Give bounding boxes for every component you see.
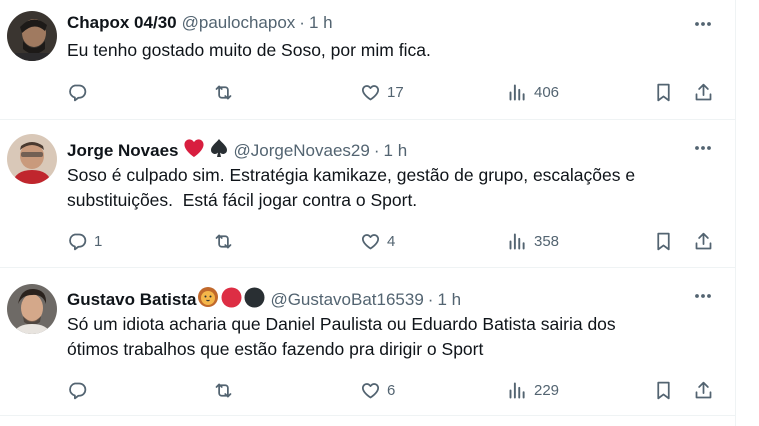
reply-icon <box>69 84 87 101</box>
share-button[interactable] <box>693 80 714 104</box>
more-horizontal-icon <box>695 146 711 150</box>
views-chart-icon <box>509 233 525 249</box>
view-count: 406 <box>534 83 560 101</box>
heart-icon <box>361 233 380 249</box>
tweet-actions: 6 229 <box>67 378 717 402</box>
like-count: 17 <box>387 83 404 101</box>
share-icon <box>695 381 712 398</box>
timestamp[interactable]: 1 h <box>384 141 408 161</box>
separator-dot: · <box>427 289 434 309</box>
bookmark-icon <box>657 83 670 101</box>
tweet-text: Só um idiota acharia que Daniel Paulista… <box>67 314 616 359</box>
timestamp[interactable]: 1 h <box>437 290 461 310</box>
like-button[interactable]: 4 <box>360 229 395 253</box>
like-count: 4 <box>387 232 396 250</box>
tweet-actions: 1 4 358 <box>67 229 717 253</box>
tweet-header: Jorge Novaes @JorgeNovaes29 · 1 h <box>67 138 407 163</box>
reply-button[interactable] <box>67 378 94 402</box>
reply-icon <box>69 233 87 250</box>
views-button[interactable]: 229 <box>507 378 559 402</box>
display-name[interactable]: Gustavo Batista <box>67 290 196 310</box>
avatar[interactable] <box>7 11 57 61</box>
more-horizontal-icon <box>695 294 711 298</box>
share-button[interactable] <box>693 229 714 253</box>
share-icon <box>695 83 712 100</box>
views-chart-icon <box>509 382 525 398</box>
retweet-button[interactable] <box>213 80 240 104</box>
heart-icon <box>361 84 380 100</box>
tweet-actions: 17 406 <box>67 80 717 104</box>
red-circle-emoji <box>221 287 242 313</box>
tweet-header: Chapox 04/30 @paulochapox · 1 h <box>67 13 333 33</box>
user-handle[interactable]: @GustavoBat16539 <box>270 290 423 310</box>
view-count: 229 <box>534 381 560 399</box>
tweet-chapox[interactable]: Chapox 04/30 @paulochapox · 1 h Eu tenho… <box>0 0 735 120</box>
red-heart-emoji <box>183 138 205 163</box>
bookmark-button[interactable] <box>653 378 674 402</box>
user-handle[interactable]: @JorgeNovaes29 <box>234 141 370 161</box>
more-options-button[interactable] <box>692 13 714 35</box>
avatar[interactable] <box>7 284 57 334</box>
retweet-icon <box>215 85 232 99</box>
reply-count: 1 <box>94 232 103 250</box>
separator-dot: · <box>373 140 380 160</box>
black-circle-emoji <box>244 287 265 313</box>
view-count: 358 <box>534 232 560 250</box>
views-chart-icon <box>509 84 525 100</box>
timestamp[interactable]: 1 h <box>309 13 333 33</box>
tweet-text: Soso é culpado sim. Estratégia kamikaze,… <box>67 165 636 210</box>
views-button[interactable]: 406 <box>507 80 559 104</box>
display-name[interactable]: Jorge Novaes <box>67 141 179 161</box>
reply-button[interactable]: 1 <box>67 229 102 253</box>
share-icon <box>695 232 712 249</box>
reply-icon <box>69 382 87 399</box>
bookmark-icon <box>657 232 670 250</box>
user-handle[interactable]: @paulochapox <box>182 13 296 33</box>
bookmark-button[interactable] <box>653 80 674 104</box>
more-horizontal-icon <box>695 22 711 26</box>
tweet-gustavo-batista[interactable]: Gustavo Batista @GustavoBat16539 · 1 h S… <box>0 268 735 416</box>
tweet-text: Eu tenho gostado muito de Soso, por mim … <box>67 40 431 60</box>
retweet-button[interactable] <box>213 378 240 402</box>
retweet-icon <box>215 383 232 397</box>
avatar[interactable] <box>7 134 57 184</box>
tweet-header: Gustavo Batista @GustavoBat16539 · 1 h <box>67 286 461 313</box>
like-button[interactable]: 6 <box>360 378 395 402</box>
share-button[interactable] <box>693 378 714 402</box>
more-options-button[interactable] <box>692 285 714 307</box>
separator-dot: · <box>299 13 305 32</box>
retweet-button[interactable] <box>213 229 240 253</box>
like-button[interactable]: 17 <box>360 80 404 104</box>
bookmark-icon <box>657 381 670 399</box>
like-count: 6 <box>387 381 396 399</box>
display-name[interactable]: Chapox 04/30 <box>67 13 177 33</box>
retweet-icon <box>215 234 232 248</box>
heart-icon <box>361 382 380 398</box>
spade-emoji <box>209 138 229 163</box>
more-options-button[interactable] <box>692 137 714 159</box>
reply-thread: Chapox 04/30 @paulochapox · 1 h Eu tenho… <box>0 0 736 426</box>
tweet-jorge-novaes[interactable]: Jorge Novaes @JorgeNovaes29 · 1 h Soso é… <box>0 120 735 268</box>
views-button[interactable]: 358 <box>507 229 559 253</box>
bookmark-button[interactable] <box>653 229 674 253</box>
lion-face-emoji <box>197 286 219 313</box>
reply-button[interactable] <box>67 80 94 104</box>
